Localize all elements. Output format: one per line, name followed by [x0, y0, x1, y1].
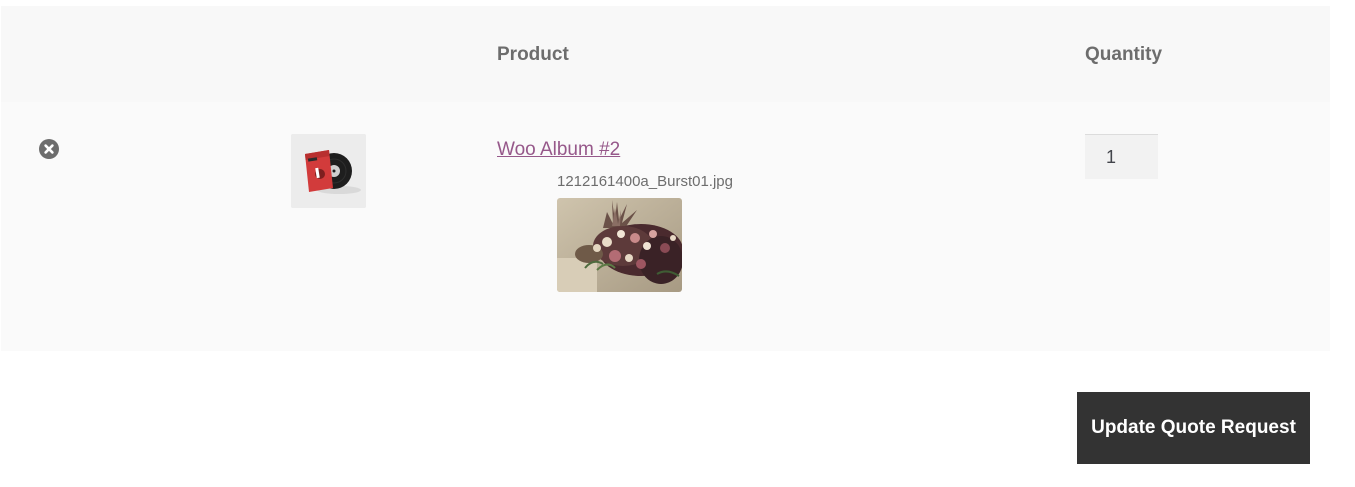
product-name-link[interactable]: Woo Album #2 [497, 138, 620, 162]
flower-photo-icon [557, 198, 682, 292]
update-quote-request-button[interactable]: Update Quote Request [1077, 392, 1310, 464]
table-header: Product Quantity [1, 6, 1330, 102]
quote-table: Product Quantity Woo Album #2 1212161400… [1, 6, 1330, 351]
product-thumbnail[interactable] [291, 134, 366, 208]
close-icon [44, 144, 54, 154]
column-header-product: Product [497, 44, 569, 65]
remove-item-button[interactable] [39, 139, 59, 159]
quote-request-page: Product Quantity Woo Album #2 1212161400… [0, 0, 1355, 487]
attachment-filename: 1212161400a_Burst01.jpg [557, 173, 733, 190]
column-header-quantity: Quantity [1085, 44, 1163, 65]
table-row: Woo Album #2 1212161400a_Burst01.jpg [1, 102, 1330, 351]
quantity-input[interactable] [1085, 134, 1158, 179]
album-cover-icon [291, 134, 366, 208]
attachment-preview-image[interactable] [557, 198, 682, 292]
